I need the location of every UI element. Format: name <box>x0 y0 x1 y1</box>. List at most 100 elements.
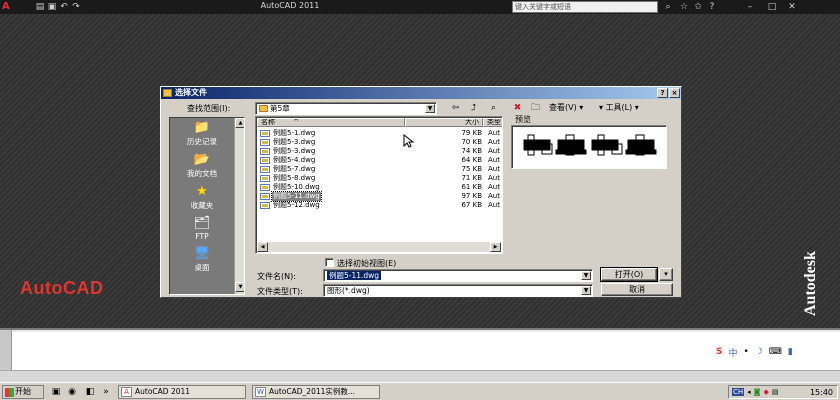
ime-toolbar: S 中 • ☽ ⌨ ▮ <box>716 345 840 359</box>
file-row[interactable]: 例题5-8.dwg 71 KB Aut <box>258 174 502 183</box>
file-list-horizontal-scrollbar[interactable]: ◀ ▶ <box>257 242 501 252</box>
dialog-title: 选择文件 <box>175 88 207 97</box>
update-icon[interactable]: ▤ <box>772 388 779 396</box>
help-button[interactable]: ? <box>657 88 668 98</box>
maximize-icon[interactable]: □ <box>766 1 778 13</box>
help-search-input[interactable]: 键入关键字或短语 <box>512 1 658 13</box>
ime-menu-icon[interactable]: ▮ <box>788 347 793 357</box>
windows-logo-icon <box>5 388 14 397</box>
app-title-bar: A ▤ ▣ ↶ ↷ AutoCAD 2011 键入关键字或短语 ⌕ ☆ ✩ ? … <box>0 0 840 14</box>
file-type: Aut <box>488 156 500 164</box>
file-row[interactable]: 例题5-10.dwg 61 KB Aut <box>258 183 502 192</box>
place-favorites[interactable]: ★ 收藏夹 <box>172 184 232 214</box>
column-header-type[interactable]: 类型 <box>483 118 502 127</box>
volume-icon[interactable]: ◂ <box>747 388 751 396</box>
column-header-size[interactable]: 大小 <box>405 118 483 127</box>
quicklaunch-extra-icon[interactable]: » <box>100 386 112 398</box>
file-type: Aut <box>488 138 500 146</box>
new-folder-icon[interactable]: 🗀 <box>529 102 542 114</box>
dwg-file-icon <box>260 193 270 200</box>
file-size: 61 KB <box>461 183 482 191</box>
mouse-cursor-icon <box>403 134 415 148</box>
autodesk-logo: Autodesk <box>802 251 819 317</box>
delete-icon[interactable]: ✖ <box>511 102 524 114</box>
language-indicator[interactable]: CH <box>732 388 745 396</box>
scroll-up-icon[interactable]: ▲ <box>235 118 244 128</box>
help-icon[interactable]: ? <box>706 1 718 13</box>
column-header-name[interactable]: 名称 ^ <box>257 118 405 127</box>
half-width-icon[interactable]: ☽ <box>755 347 763 357</box>
quicklaunch-app-icon[interactable]: ◧ <box>84 386 96 398</box>
file-type: Aut <box>488 129 500 137</box>
file-type: Aut <box>488 183 500 191</box>
file-name: 例题5-3.dwg <box>273 147 316 155</box>
open-button[interactable]: 打开(O) <box>600 267 658 282</box>
file-name: 例题5-8.dwg <box>273 174 316 182</box>
chevron-down-icon[interactable]: ▼ <box>581 286 591 295</box>
filetype-label: 文件类型(T): <box>257 287 303 296</box>
search-web-icon[interactable]: ⌕ <box>487 102 500 114</box>
security-icon[interactable]: ◆ <box>763 388 768 396</box>
look-in-dropdown[interactable]: 第5章 ▼ <box>255 102 437 115</box>
minimize-icon[interactable]: – <box>744 1 756 13</box>
place-desktop[interactable]: 🖥 桌面 <box>172 246 232 276</box>
open-options-dropdown[interactable]: ▾ <box>659 268 673 281</box>
show-desktop-icon[interactable]: ▣ <box>50 386 62 398</box>
places-scrollbar[interactable]: ▲ ▼ <box>234 118 244 294</box>
filetype-dropdown[interactable]: 图形(*.dwg) ▼ <box>323 284 593 297</box>
cancel-button[interactable]: 取消 <box>601 283 673 296</box>
column-name-label: 名称 <box>261 118 275 126</box>
file-row[interactable]: 例题5-3.dwg 70 KB Aut <box>258 138 502 147</box>
dwg-file-icon <box>260 157 270 164</box>
communication-center-icon[interactable]: ☆ <box>678 1 690 13</box>
file-name: 例题5-10.dwg <box>273 183 320 191</box>
filename-input[interactable]: 例题5-11.dwg ▼ <box>323 269 593 282</box>
punctuation-icon[interactable]: • <box>744 347 749 357</box>
place-my-documents[interactable]: 📂 我的文档 <box>172 152 232 182</box>
file-type: Aut <box>488 192 500 200</box>
network-icon[interactable]: ◙ <box>754 388 761 396</box>
place-label: 桌面 <box>194 263 210 272</box>
chinese-mode-icon[interactable]: 中 <box>728 346 737 359</box>
close-button[interactable]: × <box>669 88 680 98</box>
window-close-icon[interactable]: ✕ <box>786 1 798 13</box>
chevron-down-icon[interactable]: ▼ <box>581 271 591 280</box>
sogou-icon[interactable]: S <box>716 347 722 357</box>
initial-view-checkbox[interactable] <box>325 258 334 267</box>
back-icon[interactable]: ⇦ <box>449 102 462 114</box>
search-icon[interactable]: ⌕ <box>662 1 674 13</box>
dialog-title-bar[interactable]: 选择文件 <box>161 87 681 99</box>
filename-value: 例题5-11.dwg <box>327 271 382 280</box>
task-autocad-label: AutoCAD 2011 <box>135 387 191 396</box>
file-type: Aut <box>488 165 500 173</box>
file-list: 名称 ^ 大小 类型 例题5-1.dwg 79 KB Aut 例题5-3.dwg… <box>255 116 503 254</box>
file-row[interactable]: 例题5-7.dwg 75 KB Aut <box>258 165 502 174</box>
file-row[interactable]: 例题5-12.dwg 67 KB Aut <box>258 201 502 210</box>
file-size: 70 KB <box>461 138 482 146</box>
browser-icon[interactable]: ◉ <box>66 386 78 398</box>
dwg-file-icon <box>260 184 270 191</box>
up-folder-icon[interactable]: ⮥ <box>467 102 480 114</box>
sort-ascending-icon: ^ <box>293 118 300 126</box>
start-button[interactable]: 开始 <box>2 385 44 399</box>
scroll-left-icon[interactable]: ◀ <box>257 242 268 252</box>
task-word-document[interactable]: W AutoCAD_2011实例教... <box>252 385 380 399</box>
file-row[interactable]: 例题5-4.dwg 64 KB Aut <box>258 156 502 165</box>
tools-menu[interactable]: ▾ 工具(L) ▾ <box>599 102 639 114</box>
file-row[interactable]: 例题5-3.dwg 74 KB Aut <box>258 147 502 156</box>
select-file-dialog: 选择文件 ? × 查找范围(I): 第5章 ▼ ⇦ ⮥ ⌕ ✖ 🗀 查看(V) … <box>160 86 682 298</box>
file-type: Aut <box>488 174 500 182</box>
scroll-down-icon[interactable]: ▼ <box>235 282 244 292</box>
file-row[interactable]: 例题5-1.dwg 79 KB Aut <box>258 129 502 138</box>
place-ftp[interactable]: 🗂 FTP <box>172 216 232 246</box>
place-label: 历史记录 <box>187 137 217 146</box>
place-history[interactable]: 📁 历史记录 <box>172 120 232 150</box>
scroll-right-icon[interactable]: ▶ <box>490 242 501 252</box>
favorites-icon[interactable]: ✩ <box>692 1 704 13</box>
task-autocad[interactable]: A AutoCAD 2011 <box>118 385 246 399</box>
chevron-down-icon[interactable]: ▼ <box>425 104 435 113</box>
file-row-selected[interactable]: 例题5-11.dwg 97 KB Aut <box>258 191 502 202</box>
keyboard-icon[interactable]: ⌨ <box>769 347 782 357</box>
preview-pane <box>511 125 667 169</box>
view-menu[interactable]: 查看(V) ▾ <box>549 102 583 114</box>
